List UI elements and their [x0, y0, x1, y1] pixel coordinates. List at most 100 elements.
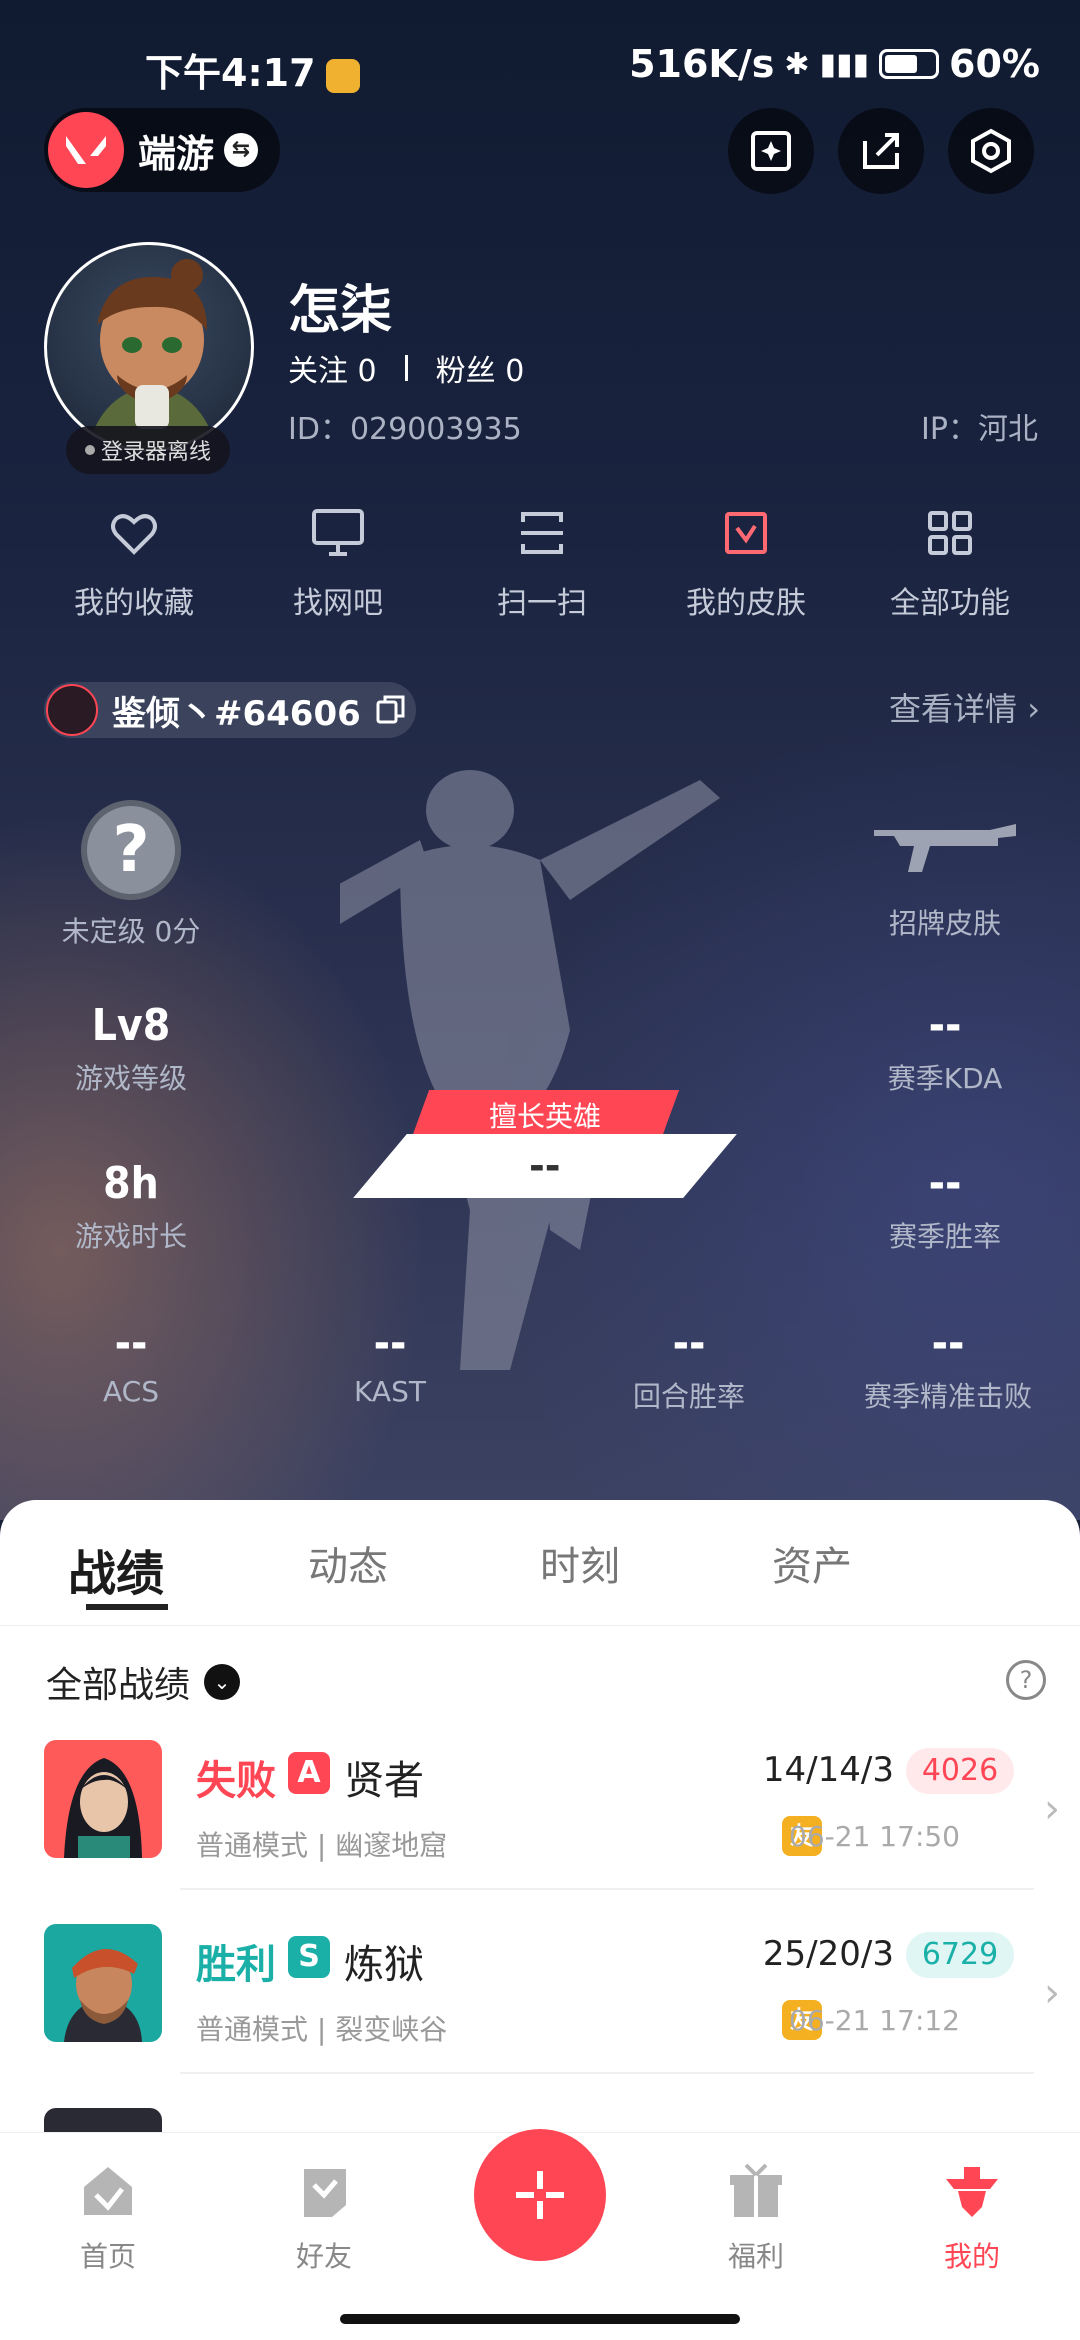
share-icon: [863, 133, 899, 169]
help-icon[interactable]: ?: [1006, 1660, 1046, 1700]
precise-kill-label: 赛季精准击败: [863, 1380, 1032, 1413]
match-agent-name: 贤者: [344, 1758, 424, 1804]
best-hero-label: 擅长英雄: [488, 1100, 601, 1133]
tab-moments-label: 时刻: [540, 1544, 620, 1590]
bottom-nav: 首页 好友 福利 我的: [0, 2129, 1080, 2340]
create-post-button[interactable]: [474, 2129, 606, 2261]
tab-assets[interactable]: 资产: [696, 1500, 928, 1625]
follow-stats: 关注 0 粉丝 0: [288, 346, 524, 390]
fans-stat[interactable]: 粉丝 0: [436, 346, 525, 390]
share-button[interactable]: [838, 108, 924, 194]
round-winrate-label: 回合胜率: [632, 1380, 745, 1413]
avatar-character-image: [88, 259, 216, 449]
best-hero-badge[interactable]: 擅长英雄 --: [353, 1090, 737, 1198]
stat-divider: [404, 355, 408, 381]
quick-action-netcafe[interactable]: 找网吧: [236, 508, 440, 622]
quick-action-all[interactable]: 全部功能: [848, 508, 1052, 622]
battery-level: 60%: [949, 42, 1040, 86]
playtime-stat: 8h 游戏时长: [46, 1158, 216, 1255]
rifle-skin-icon: [874, 824, 1016, 872]
player-tag-text: 鉴倾丶#64606: [112, 693, 361, 734]
content-tabs: 战绩 动态 时刻 资产: [0, 1500, 1080, 1626]
quick-action-label: 找网吧: [293, 586, 383, 621]
kast-stat: -- KAST: [305, 1318, 475, 1408]
active-tab-indicator: [86, 1604, 168, 1610]
records-filter[interactable]: 全部战绩 ⌄: [46, 1656, 241, 1708]
avatar[interactable]: [44, 242, 254, 452]
level-stat: Lv8 游戏等级: [46, 1000, 216, 1097]
winrate-value: --: [928, 1158, 962, 1209]
status-time-text: 下午4:17: [145, 51, 316, 95]
quick-action-favorites[interactable]: 我的收藏: [32, 508, 236, 622]
following-label: 关注: [288, 354, 348, 389]
app-switch-button[interactable]: 端游 ⇆: [44, 108, 280, 192]
app-switch-label: 端游: [138, 131, 215, 176]
chevron-right-icon: ›: [1044, 1786, 1060, 1832]
settings-button[interactable]: [948, 108, 1034, 194]
precise-kill-value: --: [931, 1318, 965, 1369]
fans-count: 0: [505, 354, 525, 389]
tab-moments[interactable]: 时刻: [464, 1500, 696, 1625]
quick-action-label: 我的收藏: [74, 586, 194, 621]
round-winrate-value: --: [672, 1318, 706, 1369]
level-label: 游戏等级: [74, 1062, 187, 1095]
match-mode: 普通模式 | 裂变峡谷: [196, 2013, 448, 2046]
level-value: Lv8: [91, 1000, 171, 1051]
launcher-status-text: 登录器离线: [100, 440, 211, 465]
launcher-status-badge: 登录器离线: [66, 426, 230, 474]
following-count: 0: [357, 354, 377, 389]
copy-icon[interactable]: [375, 694, 407, 726]
match-result: 失败: [196, 1748, 276, 1806]
agent-portrait-brimstone: [44, 1924, 162, 2042]
player-tag[interactable]: 鉴倾丶#64606: [44, 682, 416, 738]
acs-value: --: [114, 1318, 148, 1369]
user-id[interactable]: ID：029003935: [288, 404, 522, 448]
match-result: 胜利: [196, 1932, 276, 1990]
match-rank-badge: S: [288, 1936, 330, 1978]
bluetooth-icon: ✱: [784, 46, 810, 82]
network-speed: 516K/s: [629, 42, 775, 86]
tab-records[interactable]: 战绩: [0, 1500, 232, 1625]
signature-skin-stat[interactable]: 招牌皮肤: [860, 816, 1030, 942]
following-stat[interactable]: 关注 0: [288, 346, 377, 390]
profile-icon: [946, 2167, 998, 2217]
chevron-right-icon: ›: [1044, 1970, 1060, 2016]
quick-action-scan[interactable]: 扫一扫: [440, 508, 644, 622]
quick-action-label: 我的皮肤: [686, 586, 806, 621]
match-row[interactable]: 胜利 S 炼狱 普通模式 | 裂变峡谷 25/20/3 6729 友 06-21…: [0, 1924, 1080, 2108]
best-hero-ribbon: 擅长英雄: [410, 1090, 680, 1140]
sparkle-card-icon: [751, 131, 791, 171]
kda-value: --: [928, 1000, 962, 1051]
row-divider: [180, 1888, 1034, 1890]
nav-home[interactable]: 首页: [48, 2161, 168, 2275]
nav-friends[interactable]: 好友: [264, 2161, 384, 2275]
swap-icon: ⇆: [224, 133, 259, 167]
match-kda: 14/14/3: [762, 1750, 894, 1790]
tab-assets-label: 资产: [772, 1544, 852, 1590]
winrate-label: 赛季胜率: [888, 1220, 1001, 1253]
nav-profile-label: 我的: [943, 2240, 1000, 2273]
nav-profile[interactable]: 我的: [912, 2161, 1032, 2275]
view-details-link[interactable]: 查看详情 ›: [889, 684, 1040, 730]
status-time: 下午4:17: [145, 42, 360, 97]
card-button[interactable]: [728, 108, 814, 194]
agent-silhouette: [310, 770, 740, 1390]
signal-icon: ▮▮▮: [819, 46, 870, 82]
match-row[interactable]: 失败 A 贤者 普通模式 | 幽邃地窟 14/14/3 4026 友 06-21…: [0, 1740, 1080, 1924]
precise-kill-stat: -- 赛季精准击败: [850, 1318, 1046, 1415]
match-time: 06-21 17:12: [789, 2004, 960, 2037]
rank-stat[interactable]: ? 未定级 0分: [56, 800, 206, 950]
home-indicator: [340, 2314, 740, 2324]
nav-benefits[interactable]: 福利: [696, 2161, 816, 2275]
friends-icon: [304, 2169, 346, 2217]
chevron-down-icon: ⌄: [204, 1664, 241, 1700]
playtime-value: 8h: [103, 1158, 159, 1209]
match-agent-name: 炼狱: [344, 1942, 424, 1988]
unranked-icon: ?: [81, 800, 181, 900]
partial-match-row: [44, 2108, 162, 2132]
tab-feed[interactable]: 动态: [232, 1500, 464, 1625]
match-result-text: 失败: [196, 1758, 276, 1804]
fans-label: 粉丝: [435, 354, 496, 389]
nickname: 怎柒: [288, 281, 393, 341]
quick-action-skins[interactable]: 我的皮肤: [644, 508, 848, 622]
